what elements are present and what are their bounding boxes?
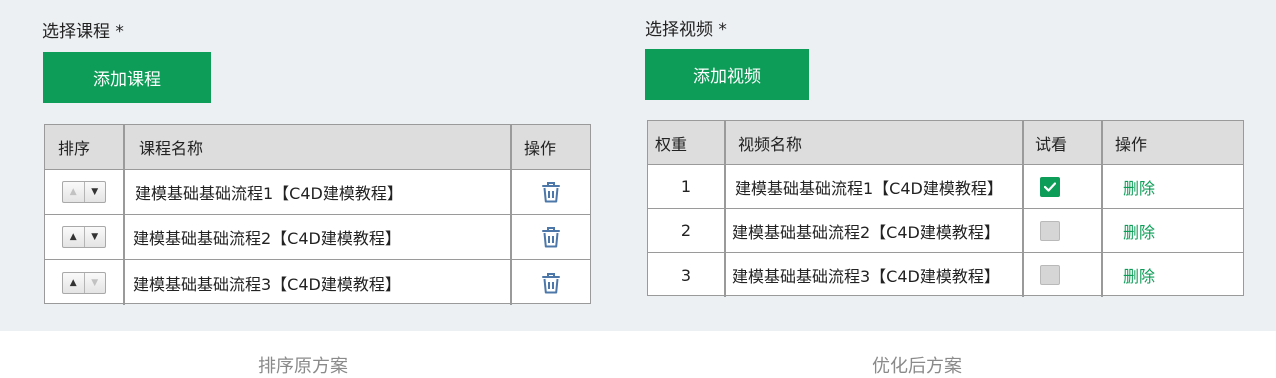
trial-checkbox[interactable] xyxy=(1040,220,1060,241)
trial-cell xyxy=(1024,165,1103,208)
delete-link[interactable]: 删除 xyxy=(1123,263,1155,287)
action-cell: 删除 xyxy=(1103,209,1243,252)
delete-link[interactable]: 删除 xyxy=(1123,175,1155,199)
course-name: 建模基础基础流程2【C4D建模教程】 xyxy=(125,215,512,259)
video-name: 建模基础基础流程2【C4D建模教程】 xyxy=(726,209,1024,252)
sort-down-button: ▼ xyxy=(91,277,99,288)
column-header-action: 操作 xyxy=(1115,134,1148,154)
sort-cell: ▲ ▼ xyxy=(45,215,125,259)
course-name: 建模基础基础流程3【C4D建模教程】 xyxy=(125,260,512,305)
action-cell: 删除 xyxy=(1103,165,1243,208)
action-cell: 删除 xyxy=(1103,253,1243,297)
trial-cell xyxy=(1024,209,1103,252)
add-video-button[interactable]: 添加视频 xyxy=(645,49,809,100)
table-row: ▲ ▼ 建模基础基础流程2【C4D建模教程】 xyxy=(45,215,590,260)
video-section-label: 选择视频 * xyxy=(645,20,727,40)
table-row: ▲ ▼ 建模基础基础流程3【C4D建模教程】 xyxy=(45,260,590,305)
sort-down-button[interactable]: ▼ xyxy=(85,227,106,247)
table-header: 排序 课程名称 操作 xyxy=(45,125,590,170)
course-table: 排序 课程名称 操作 ▲ ▼ 建模基础基础流程1【C4D建模教程】 ▲ ▼ 建模基础基础流… xyxy=(44,124,591,305)
trial-checkbox[interactable] xyxy=(1040,265,1060,285)
sort-up-button: ▲ xyxy=(63,182,85,202)
video-name: 建模基础基础流程3【C4D建模教程】 xyxy=(726,253,1024,297)
trial-cell xyxy=(1024,253,1103,297)
course-name: 建模基础基础流程1【C4D建模教程】 xyxy=(125,170,512,214)
column-header-video-name: 视频名称 xyxy=(726,121,1024,164)
table-header: 权重 视频名称 试看 操作 xyxy=(648,121,1243,165)
table-row: 1 建模基础基础流程1【C4D建模教程】 删除 xyxy=(648,165,1243,209)
action-cell xyxy=(512,170,590,214)
sort-up-button[interactable]: ▲ xyxy=(63,227,85,247)
action-cell xyxy=(512,260,590,305)
weight-value: 1 xyxy=(648,165,726,208)
right-panel: 选择视频 * 添加视频 权重 视频名称 试看 操作 1 建模基础基础流程1【C4D… xyxy=(615,0,1276,377)
column-header-course-name: 课程名称 xyxy=(125,125,512,169)
sort-control: ▲ ▼ xyxy=(62,271,106,294)
delete-link[interactable]: 删除 xyxy=(1123,219,1155,243)
left-panel: 选择课程 * 添加课程 排序 课程名称 操作 ▲ ▼ 建模基础基础流程1【C4D建模… xyxy=(0,0,615,377)
sort-cell: ▲ ▼ xyxy=(45,170,125,214)
sort-up-button[interactable]: ▲ xyxy=(63,272,85,293)
table-row: 3 建模基础基础流程3【C4D建模教程】 删除 xyxy=(648,253,1243,297)
column-header-trial: 试看 xyxy=(1024,121,1103,164)
trash-icon[interactable] xyxy=(540,271,562,295)
action-cell xyxy=(512,215,590,259)
trash-icon[interactable] xyxy=(540,180,562,204)
trash-icon[interactable] xyxy=(540,225,562,249)
column-header-sort: 排序 xyxy=(45,125,125,169)
sort-cell: ▲ ▼ xyxy=(45,260,125,305)
course-section-label: 选择课程 * xyxy=(42,22,124,42)
column-header-action: 操作 xyxy=(524,139,557,158)
sort-down-button[interactable]: ▼ xyxy=(85,182,106,202)
weight-value: 3 xyxy=(648,253,726,297)
table-row: 2 建模基础基础流程2【C4D建模教程】 删除 xyxy=(648,209,1243,253)
add-course-button[interactable]: 添加课程 xyxy=(43,52,211,103)
left-caption: 排序原方案 xyxy=(258,356,348,377)
video-table: 权重 视频名称 试看 操作 1 建模基础基础流程1【C4D建模教程】 删除 2 建模基础… xyxy=(647,120,1244,297)
column-header-weight: 权重 xyxy=(648,121,726,164)
sort-control: ▲ ▼ xyxy=(62,226,106,248)
sort-control: ▲ ▼ xyxy=(62,181,106,203)
right-caption: 优化后方案 xyxy=(872,356,962,377)
video-name: 建模基础基础流程1【C4D建模教程】 xyxy=(726,165,1024,208)
trial-checkbox[interactable] xyxy=(1040,176,1060,197)
table-row: ▲ ▼ 建模基础基础流程1【C4D建模教程】 xyxy=(45,170,590,215)
weight-value: 2 xyxy=(648,209,726,252)
